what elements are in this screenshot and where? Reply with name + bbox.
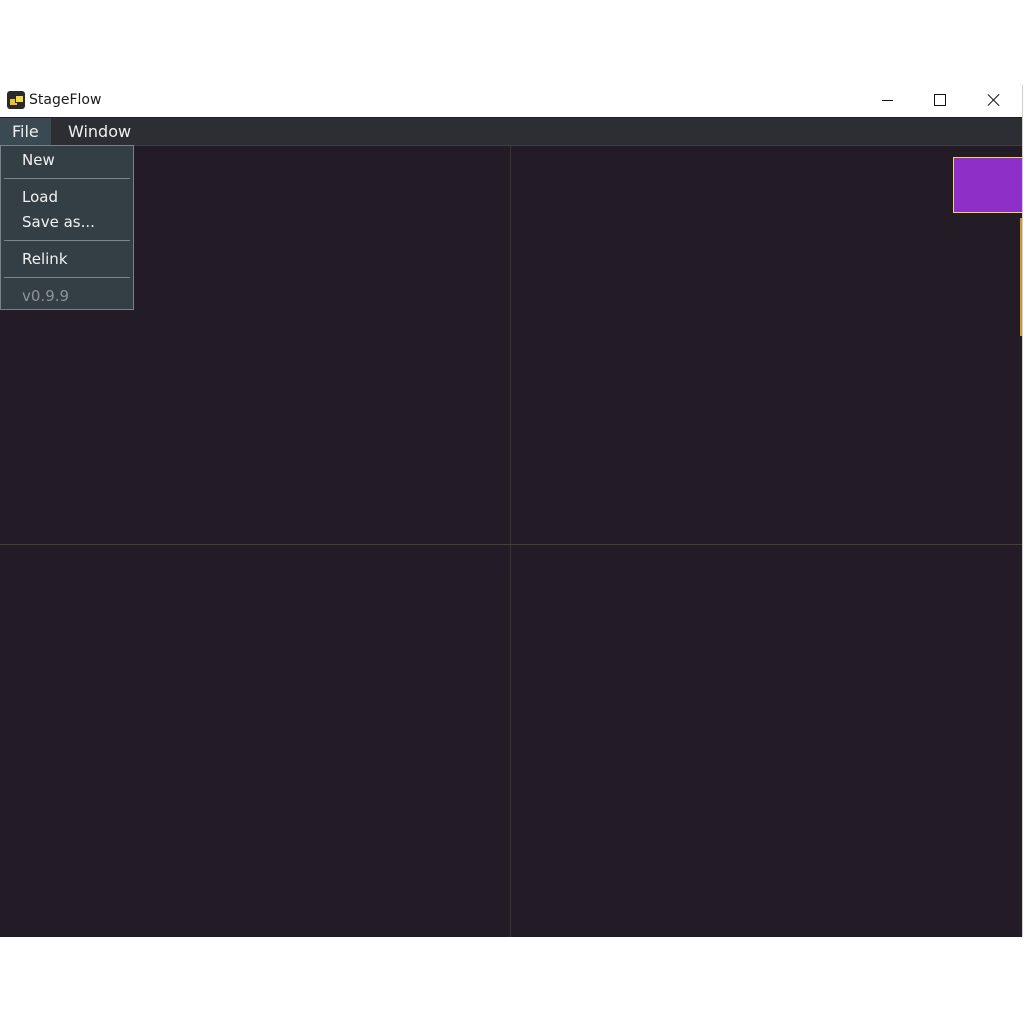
horizontal-center-guide — [0, 544, 1022, 545]
window-title: StageFlow — [29, 92, 102, 108]
maximize-icon — [934, 94, 946, 106]
menu-separator — [4, 178, 130, 179]
menu-separator — [4, 240, 130, 241]
menu-item-save-as[interactable]: Save as... — [22, 213, 95, 231]
menu-item-load[interactable]: Load — [22, 188, 58, 206]
node-edge-indicator — [1020, 218, 1022, 336]
minimize-icon — [881, 99, 893, 101]
file-menu-dropdown: New Load Save as... Relink v0.9.9 — [0, 145, 134, 310]
title-bar: StageFlow — [0, 85, 1022, 117]
menu-file[interactable]: File — [0, 118, 51, 145]
selected-node[interactable] — [953, 157, 1022, 213]
close-button[interactable] — [967, 85, 1021, 115]
vertical-center-guide — [510, 146, 511, 937]
stage-canvas[interactable] — [0, 146, 1022, 937]
menu-item-relink[interactable]: Relink — [22, 250, 68, 268]
menu-separator — [4, 277, 130, 278]
close-icon — [987, 93, 1001, 107]
maximize-button[interactable] — [913, 85, 967, 115]
app-window: StageFlow File Window New Load Save as..… — [0, 85, 1023, 937]
menu-window[interactable]: Window — [56, 118, 143, 145]
app-logo-icon — [7, 91, 25, 109]
version-label: v0.9.9 — [22, 287, 70, 305]
menu-item-new[interactable]: New — [22, 151, 55, 169]
minimize-button[interactable] — [860, 85, 914, 115]
menu-bar: File Window — [0, 118, 1022, 146]
